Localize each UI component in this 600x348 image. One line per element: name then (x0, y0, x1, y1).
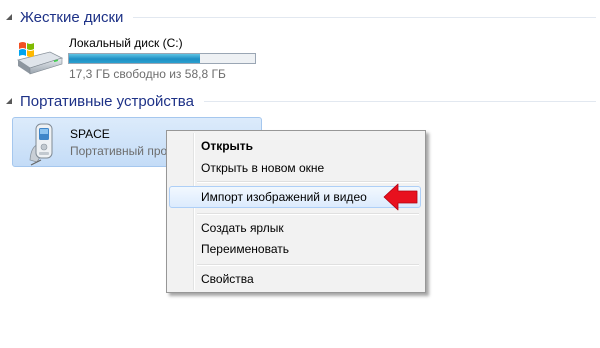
menu-item-properties[interactable]: Свойства (169, 268, 421, 290)
group-header-hard-disks[interactable]: Жесткие диски (4, 7, 596, 27)
local-disk-name: Локальный диск (C:) (69, 36, 183, 50)
local-disk-free-space: 17,3 ГБ свободно из 58,8 ГБ (69, 67, 226, 81)
menu-item-create-shortcut[interactable]: Создать ярлык (169, 217, 421, 239)
group-header-portable-devices[interactable]: Портативные устройства (4, 91, 596, 111)
collapse-triangle-icon[interactable] (4, 96, 14, 106)
menu-item-open[interactable]: Открыть (169, 135, 421, 157)
group-title-hard-disks: Жесткие диски (20, 8, 124, 26)
windows-drive-icon (17, 42, 64, 75)
disk-usage-bar-fill (69, 54, 201, 63)
group-divider (203, 100, 596, 102)
device-type: Портативный про (70, 144, 168, 158)
mobile-phone-icon (29, 123, 53, 166)
red-arrow-icon (383, 183, 418, 211)
local-disk-item[interactable]: Локальный диск (C:) 17,3 ГБ свободно из … (14, 33, 274, 85)
menu-item-rename[interactable]: Переименовать (169, 238, 421, 260)
collapse-triangle-icon[interactable] (4, 12, 14, 22)
disk-usage-bar (68, 53, 256, 64)
group-title-portable-devices: Портативные устройства (20, 92, 194, 110)
menu-separator (197, 213, 419, 215)
device-name: SPACE (70, 127, 110, 141)
menu-separator (197, 264, 419, 266)
group-divider (133, 16, 596, 18)
menu-item-open-new-window[interactable]: Открыть в новом окне (169, 157, 421, 179)
